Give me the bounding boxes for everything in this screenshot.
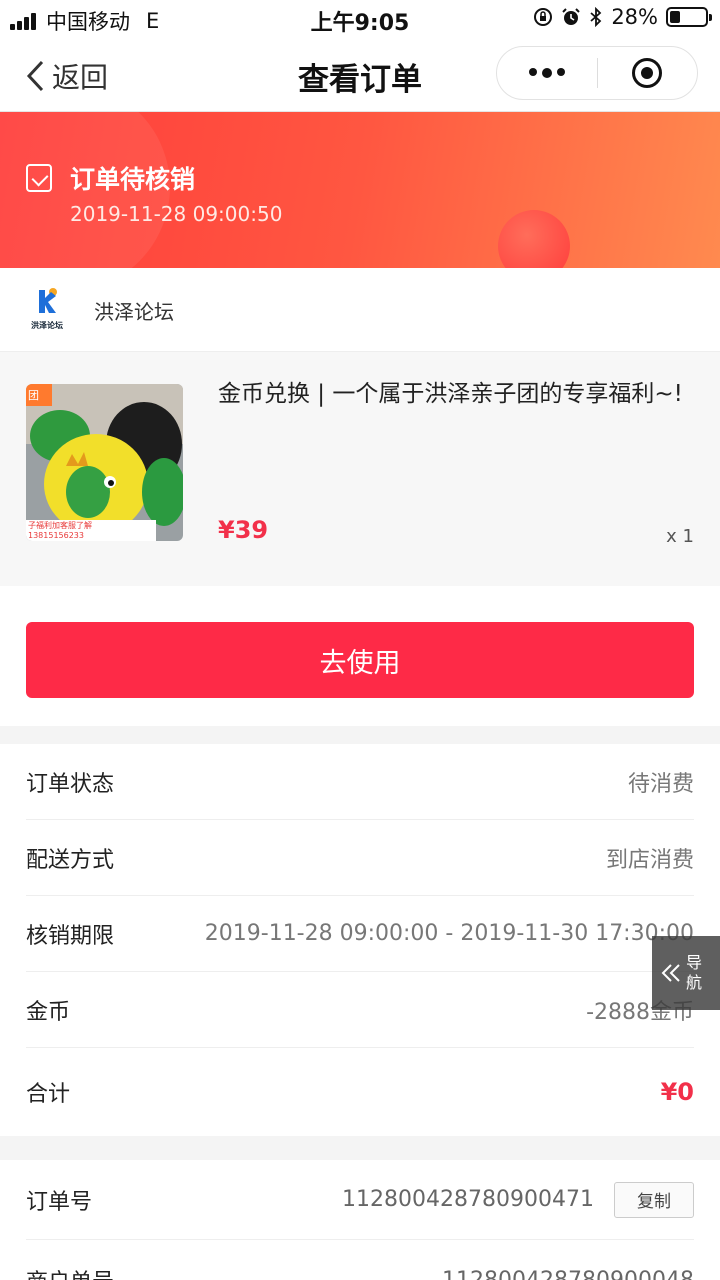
order-status-label: 订单待核销: [70, 165, 196, 194]
detail-label: 核销期限: [26, 923, 115, 949]
product-image-badge: 团: [28, 389, 39, 402]
detail-value: 待消费: [627, 771, 694, 797]
banner-decoration-circle: [498, 210, 570, 268]
detail-label: 配送方式: [26, 847, 115, 873]
detail-row-coins: 金币 -2888金币: [26, 972, 694, 1048]
detail-label: 合计: [26, 1082, 71, 1107]
order-time: 2019-11-28 09:00:50: [70, 202, 283, 226]
merchant-number-row: 商户单号 112800428780900048: [26, 1240, 694, 1280]
side-nav-button[interactable]: 导航: [652, 936, 720, 1010]
order-info: 订单号 112800428780900471 复制 商户单号 112800428…: [0, 1160, 720, 1280]
shop-logo-icon: [39, 288, 57, 313]
shop-logo-text: 洪泽论坛: [31, 321, 63, 330]
product-price: ¥39: [218, 516, 269, 544]
orientation-lock-icon: [534, 8, 553, 26]
detail-value: 到店消费: [605, 847, 694, 873]
alarm-icon: [562, 8, 581, 25]
action-area: 去使用: [0, 586, 720, 726]
shop-name: 洪泽论坛: [94, 300, 174, 324]
product-quantity: x 1: [666, 526, 694, 547]
detail-label: 订单状态: [26, 771, 115, 797]
checkbox-icon: [26, 164, 52, 192]
battery-percent: 28%: [611, 5, 658, 29]
shop-logo: 洪泽论坛: [26, 288, 68, 332]
detail-row-validity: 核销期限 2019-11-28 09:00:00 - 2019-11-30 17…: [26, 896, 694, 972]
detail-row-delivery: 配送方式 到店消费: [26, 820, 694, 896]
detail-label: 金币: [26, 999, 71, 1025]
use-button[interactable]: 去使用: [26, 622, 694, 698]
shop-row[interactable]: 洪泽论坛 洪泽论坛: [0, 268, 720, 352]
copy-button[interactable]: 复制: [614, 1181, 694, 1218]
side-nav-label: 导航: [686, 953, 703, 992]
detail-value: 2019-11-28 09:00:00 - 2019-11-30 17:30:0…: [204, 921, 694, 946]
merchant-number-value: 112800428780900048: [442, 1267, 694, 1280]
status-bar: 中国移动 E 上午9:05 28%: [0, 0, 720, 36]
nav-bar: 返回 查看订单: [0, 36, 720, 112]
status-right: 28%: [533, 5, 712, 29]
product-title: 金币兑换 | 一个属于洪泽亲子团的专享福利~!: [218, 381, 683, 407]
more-dots-icon: [528, 68, 565, 78]
order-status-banner: 订单待核销 2019-11-28 09:00:50: [0, 112, 720, 268]
target-icon: [632, 58, 663, 88]
order-status: 订单待核销: [26, 160, 195, 196]
close-miniprogram-button[interactable]: [598, 47, 698, 99]
order-number-value: 112800428780900471: [342, 1187, 594, 1212]
double-chevron-left-icon: [661, 964, 680, 982]
product-image-caption-1: 子福利加客服了解: [28, 520, 92, 530]
product-image: 团 子福利加客服了解 13815156233: [26, 384, 183, 541]
detail-row-total: 合计 ¥0: [26, 1048, 694, 1136]
total-value: ¥0: [660, 1078, 694, 1106]
detail-row-status: 订单状态 待消费: [26, 744, 694, 820]
order-number-label: 订单号: [26, 1189, 93, 1215]
order-details: 订单状态 待消费 配送方式 到店消费 核销期限 2019-11-28 09:00…: [0, 744, 720, 1136]
order-number-row: 订单号 112800428780900471 复制: [26, 1160, 694, 1240]
merchant-number-label: 商户单号: [26, 1264, 442, 1280]
product-card[interactable]: 团 子福利加客服了解 13815156233 金币兑换 | 一个属于洪泽亲子团的…: [0, 352, 720, 586]
more-button[interactable]: [497, 47, 597, 99]
capsule-menu: [496, 46, 698, 100]
product-image-caption-2: 13815156233: [28, 531, 84, 540]
bluetooth-icon: [590, 7, 602, 27]
battery-icon: [666, 7, 712, 27]
